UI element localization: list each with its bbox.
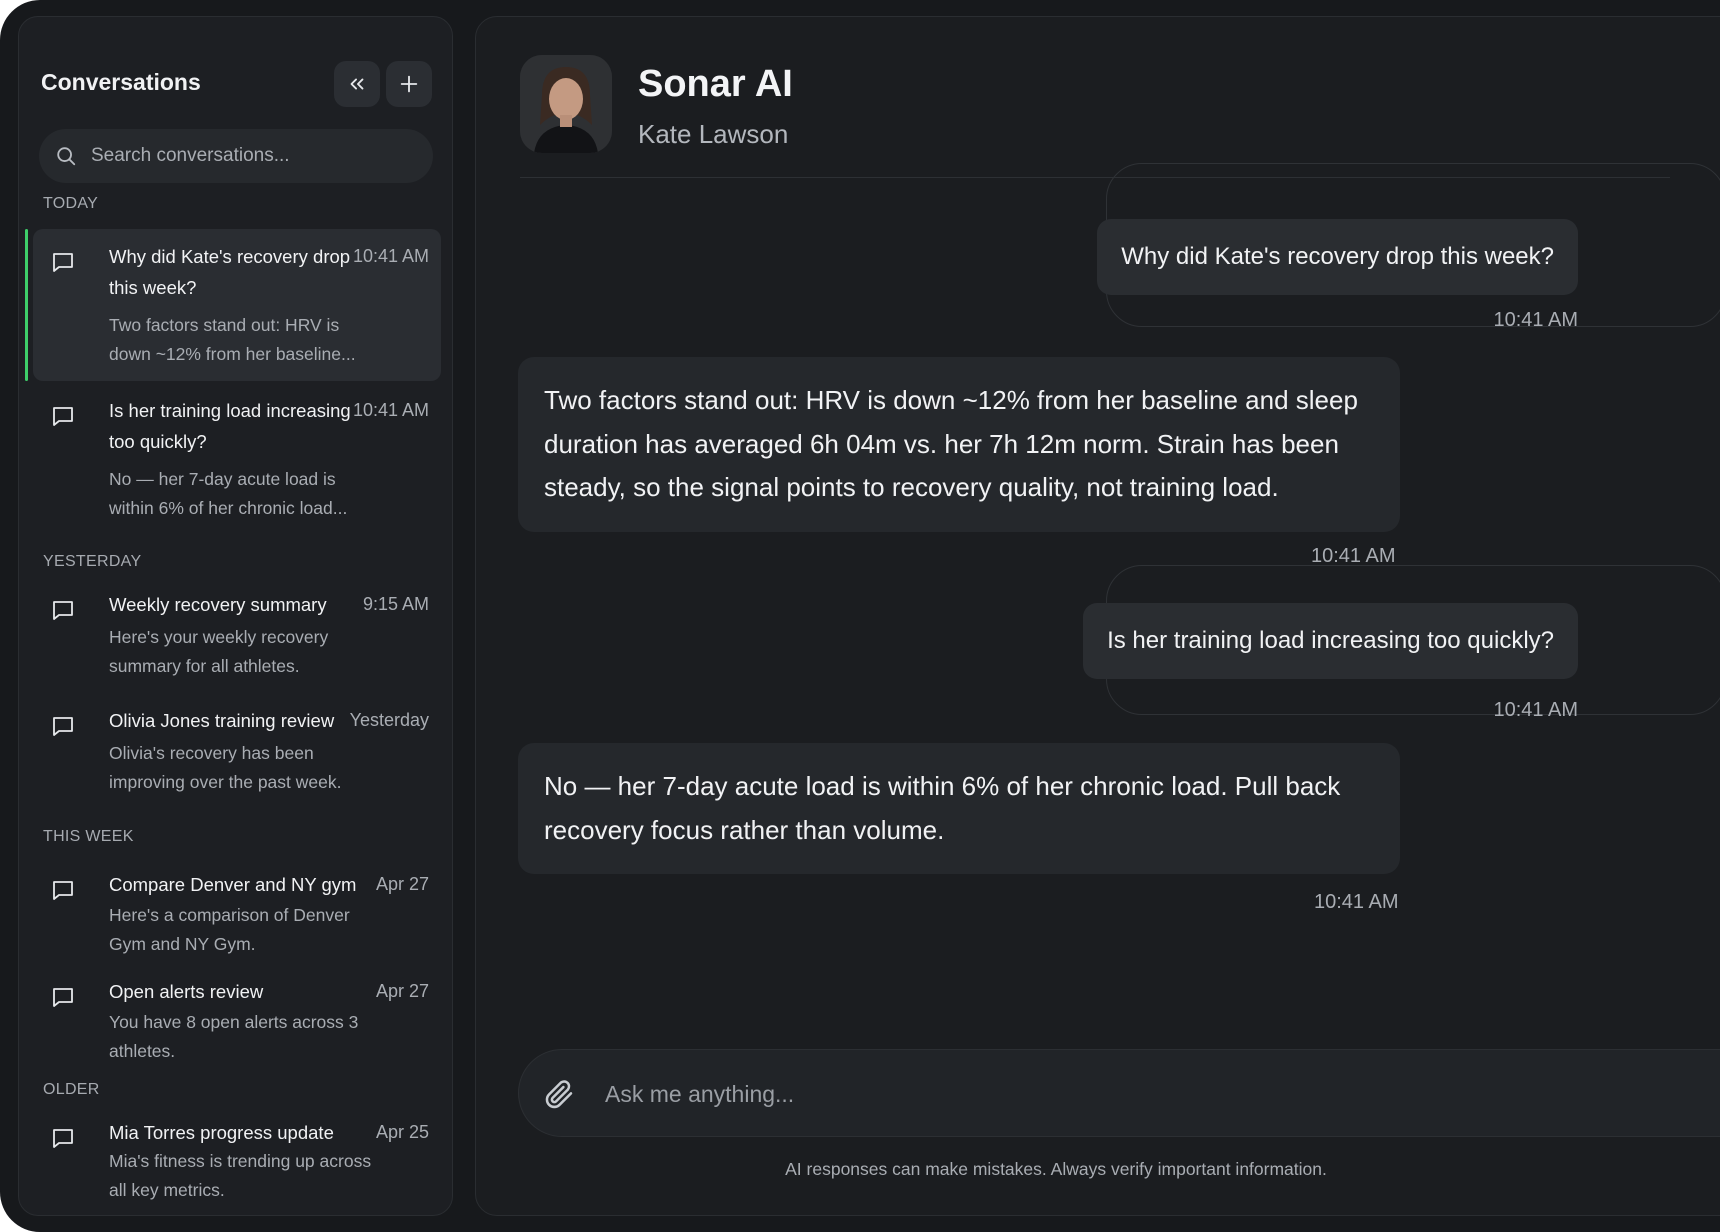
conversations-sidebar: Conversations Search conversations... TO…: [18, 16, 453, 1216]
message-time: 10:41 AM: [1314, 891, 1399, 913]
conversation-time: 10:41 AM: [352, 246, 429, 266]
conversation-title: Olivia Jones training review: [109, 710, 335, 731]
conversation-item[interactable]: Open alerts review Apr 27 You have 8 ope…: [33, 976, 441, 1080]
message-square-icon: [53, 881, 73, 900]
message-input[interactable]: [605, 1074, 1505, 1114]
conversation-preview: Olivia's recovery has been improving ove…: [109, 743, 342, 792]
chevrons-left-icon: [350, 78, 364, 90]
athlete-name: Kate Lawson: [638, 119, 789, 149]
search-conversations[interactable]: [39, 129, 433, 183]
sidebar-header: Conversations: [41, 57, 432, 109]
message-time: 10:41 AM: [1493, 309, 1578, 331]
conversation-title: Mia Torres progress update: [109, 1122, 334, 1143]
conversation-preview: Two factors stand out: HRV is down ~12% …: [109, 315, 356, 364]
conversation-preview: You have 8 open alerts across 3 athletes…: [109, 1012, 359, 1061]
search-input[interactable]: [91, 145, 411, 167]
conversation-preview: No — her 7-day acute load is within 6% o…: [109, 469, 348, 518]
conversation-time: Apr 25: [375, 1122, 429, 1142]
agent-name: Sonar AI: [638, 63, 793, 105]
message-square-icon: [53, 717, 73, 736]
plus-icon: [400, 75, 418, 93]
conversation-time: Apr 27: [375, 981, 429, 1001]
section-label-this-week: THIS WEEK: [43, 828, 134, 845]
sidebar-title: Conversations: [41, 69, 201, 95]
section-label-today: TODAY: [43, 195, 99, 212]
assistant-message: Two factors stand out: HRV is down ~12% …: [518, 357, 1400, 532]
conversation-item[interactable]: Is her training load increasing too quic…: [33, 383, 441, 535]
conversation-item[interactable]: Compare Denver and NY gym Apr 27 Here's …: [33, 869, 441, 973]
search-icon: [53, 143, 79, 169]
conversation-item[interactable]: Olivia Jones training review Yesterday O…: [33, 705, 441, 815]
conversation-item[interactable]: Weekly recovery summary 9:15 AM Here's y…: [33, 589, 441, 699]
avatar: [520, 55, 612, 153]
new-conversation-button[interactable]: [386, 61, 432, 107]
message-square-icon: [53, 1129, 73, 1148]
user-message: Why did Kate's recovery drop this week?: [1097, 219, 1578, 295]
conversation-preview: Here's your weekly recovery summary for …: [109, 627, 329, 676]
conversation-time: 10:41 AM: [352, 400, 429, 420]
message-square-icon: [53, 407, 73, 426]
user-message: Is her training load increasing too quic…: [1083, 603, 1578, 679]
section-label-older: OLDER: [43, 1081, 100, 1098]
conversation-item[interactable]: Why did Kate's recovery drop this week? …: [25, 229, 441, 381]
disclaimer-text: AI responses can make mistakes. Always v…: [785, 1159, 1327, 1179]
conversation-title: Weekly recovery summary: [109, 594, 327, 615]
app-window: Conversations Search conversations... TO…: [0, 0, 1720, 1232]
message-composer: [518, 1049, 1720, 1137]
conversation-time: Yesterday: [349, 710, 429, 730]
conversation-item[interactable]: Mia Torres progress update Apr 25 Mia's …: [33, 1117, 441, 1215]
conversation-preview: Here's a comparison of Denver Gym and NY…: [109, 905, 350, 954]
active-indicator: [25, 229, 28, 381]
conversation-title: Is her training load increasing too quic…: [109, 400, 351, 452]
conversation-preview: Mia's fitness is trending up across all …: [109, 1151, 372, 1200]
conversation-time: 9:15 AM: [362, 594, 429, 614]
section-label-yesterday: YESTERDAY: [43, 553, 142, 570]
conversation-title: Why did Kate's recovery drop this week?: [109, 246, 351, 298]
collapse-sidebar-button[interactable]: [334, 61, 380, 107]
conversation-title: Open alerts review: [109, 981, 264, 1002]
chat-panel: Sonar AI Kate Lawson Why did Kate's reco…: [475, 16, 1720, 1216]
conversation-title: Compare Denver and NY gym: [109, 874, 357, 895]
message-square-icon: [53, 988, 73, 1007]
conversation-time: Apr 27: [375, 874, 429, 894]
paperclip-icon[interactable]: [543, 1078, 575, 1110]
message-square-icon: [53, 253, 73, 272]
message-time: 10:41 AM: [1493, 699, 1578, 717]
message-square-icon: [53, 601, 73, 620]
assistant-message: No — her 7-day acute load is within 6% o…: [518, 743, 1400, 874]
